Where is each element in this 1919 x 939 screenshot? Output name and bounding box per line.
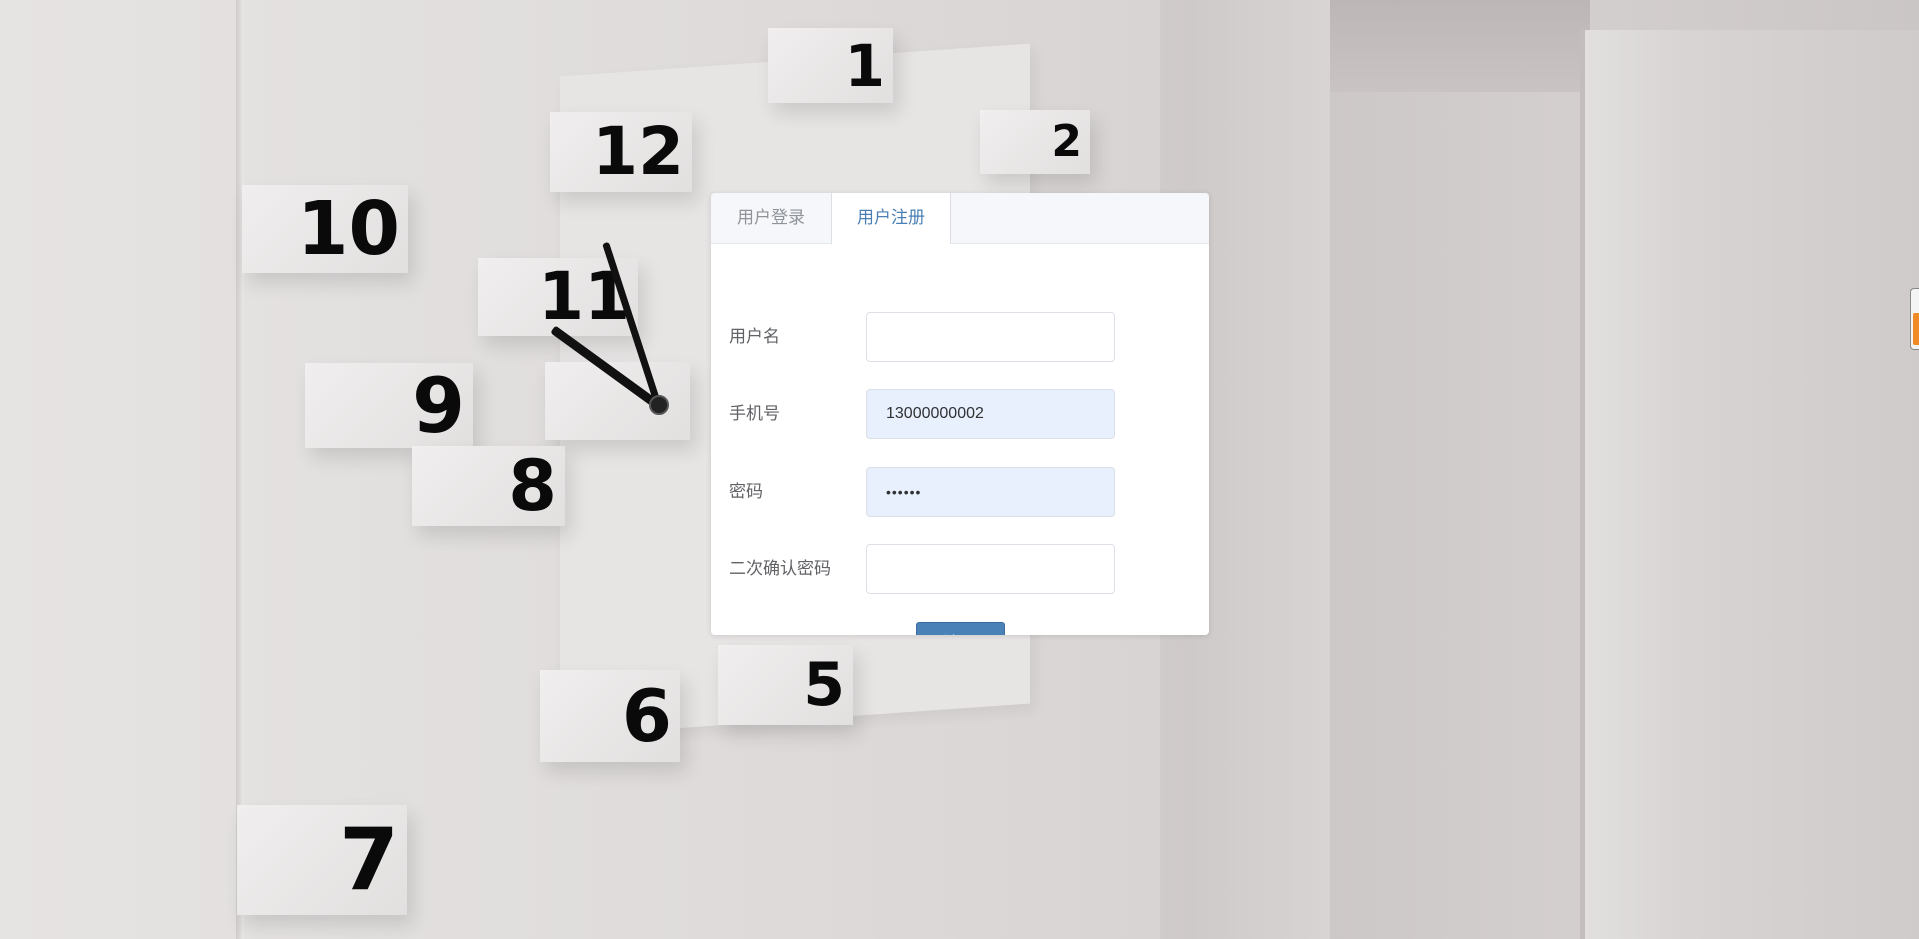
scroll-indicator-fill — [1913, 313, 1919, 345]
username-input[interactable] — [866, 312, 1115, 362]
clock-block-9: 9 — [305, 363, 473, 448]
username-row: 用户名 — [729, 312, 1169, 362]
clock-block-10: 10 — [242, 185, 408, 273]
background-pillar — [1585, 30, 1919, 939]
scroll-indicator[interactable] — [1910, 288, 1919, 350]
clock-block-5: 5 — [718, 645, 853, 725]
clock-block-1: 1 — [768, 28, 893, 103]
username-label: 用户名 — [729, 327, 780, 347]
clock-block-7: 7 — [237, 805, 407, 915]
clock-block-12: 12 — [550, 112, 692, 192]
auth-tabs: 用户登录 用户注册 — [711, 193, 1209, 244]
phone-label: 手机号 — [729, 404, 780, 424]
clock-block-6: 6 — [540, 670, 680, 762]
phone-row: 手机号 13000000002 — [729, 389, 1169, 439]
background-scene: 1 2 12 10 11 9 8 5 6 7 用户登录 用户注册 用户名 手机号… — [0, 0, 1919, 939]
clock-block-8: 8 — [412, 446, 565, 526]
confirm-password-label: 二次确认密码 — [729, 559, 831, 579]
tab-register[interactable]: 用户注册 — [831, 193, 951, 244]
confirm-password-row: 二次确认密码 — [729, 544, 1169, 594]
auth-panel: 用户登录 用户注册 用户名 手机号 13000000002 密码 •••••• … — [711, 193, 1209, 635]
register-button[interactable]: 注册 — [916, 622, 1005, 635]
confirm-password-input[interactable] — [866, 544, 1115, 594]
phone-input[interactable]: 13000000002 — [866, 389, 1115, 439]
password-row: 密码 •••••• — [729, 467, 1169, 517]
clock-pivot — [649, 395, 669, 415]
clock-block-2: 2 — [980, 110, 1090, 174]
password-label: 密码 — [729, 482, 763, 502]
password-input[interactable]: •••••• — [866, 467, 1115, 517]
background-door-lintel — [1330, 0, 1590, 92]
tab-login[interactable]: 用户登录 — [711, 193, 831, 243]
background-wall-edge — [236, 0, 244, 939]
